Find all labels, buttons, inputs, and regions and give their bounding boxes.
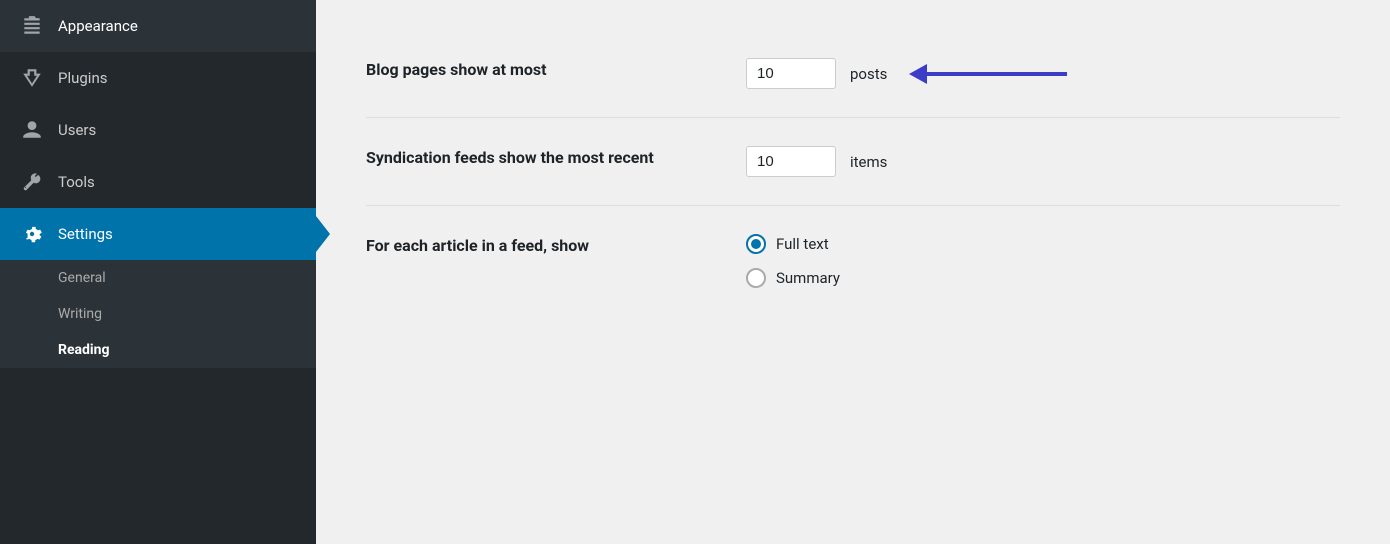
sub-nav-item-writing[interactable]: Writing xyxy=(0,296,316,332)
feed-article-radio-group: Full text Summary xyxy=(746,234,840,288)
arrow-line xyxy=(927,72,1067,76)
syndication-feeds-unit: items xyxy=(850,153,887,171)
sidebar-item-plugins[interactable]: Plugins xyxy=(0,52,316,104)
sidebar-item-tools-label: Tools xyxy=(58,173,95,191)
sidebar-item-settings-label: Settings xyxy=(58,225,113,243)
sub-nav-item-reading[interactable]: Reading xyxy=(0,332,316,368)
tools-icon xyxy=(20,170,44,194)
syndication-feeds-input[interactable] xyxy=(746,146,836,177)
sub-nav-item-general[interactable]: General xyxy=(0,260,316,296)
settings-icon xyxy=(20,222,44,246)
blog-pages-label: Blog pages show at most xyxy=(366,58,706,82)
radio-full-text[interactable]: Full text xyxy=(746,234,840,254)
radio-full-text-circle xyxy=(746,234,766,254)
appearance-icon xyxy=(20,14,44,38)
sidebar-item-settings[interactable]: Settings xyxy=(0,208,316,260)
feed-article-row: For each article in a feed, show Full te… xyxy=(366,206,1340,316)
plugins-icon xyxy=(20,66,44,90)
sidebar-item-appearance[interactable]: Appearance xyxy=(0,0,316,52)
sidebar-item-tools[interactable]: Tools xyxy=(0,156,316,208)
users-icon xyxy=(20,118,44,142)
blog-pages-row: Blog pages show at most posts xyxy=(366,30,1340,118)
feed-article-control: Full text Summary xyxy=(746,234,840,288)
syndication-feeds-label: Syndication feeds show the most recent xyxy=(366,146,706,170)
syndication-feeds-row: Syndication feeds show the most recent i… xyxy=(366,118,1340,206)
sidebar-item-plugins-label: Plugins xyxy=(58,69,107,87)
sidebar-item-users-label: Users xyxy=(58,121,96,139)
radio-summary-circle xyxy=(746,268,766,288)
sidebar-item-users[interactable]: Users xyxy=(0,104,316,156)
blog-pages-input[interactable] xyxy=(746,58,836,89)
arrow-annotation xyxy=(911,64,1067,84)
syndication-feeds-control: items xyxy=(746,146,887,177)
sidebar: Appearance Plugins Users Tools xyxy=(0,0,316,544)
main-content: Blog pages show at most posts Syndicatio… xyxy=(316,0,1390,544)
feed-article-label: For each article in a feed, show xyxy=(366,234,706,258)
radio-full-text-label: Full text xyxy=(776,235,829,253)
blog-pages-unit: posts xyxy=(850,65,887,83)
radio-summary[interactable]: Summary xyxy=(746,268,840,288)
blog-pages-control: posts xyxy=(746,58,1067,89)
sidebar-item-appearance-label: Appearance xyxy=(58,17,138,35)
radio-summary-label: Summary xyxy=(776,269,840,287)
arrow-head xyxy=(909,64,927,84)
settings-sub-nav: General Writing Reading xyxy=(0,260,316,368)
